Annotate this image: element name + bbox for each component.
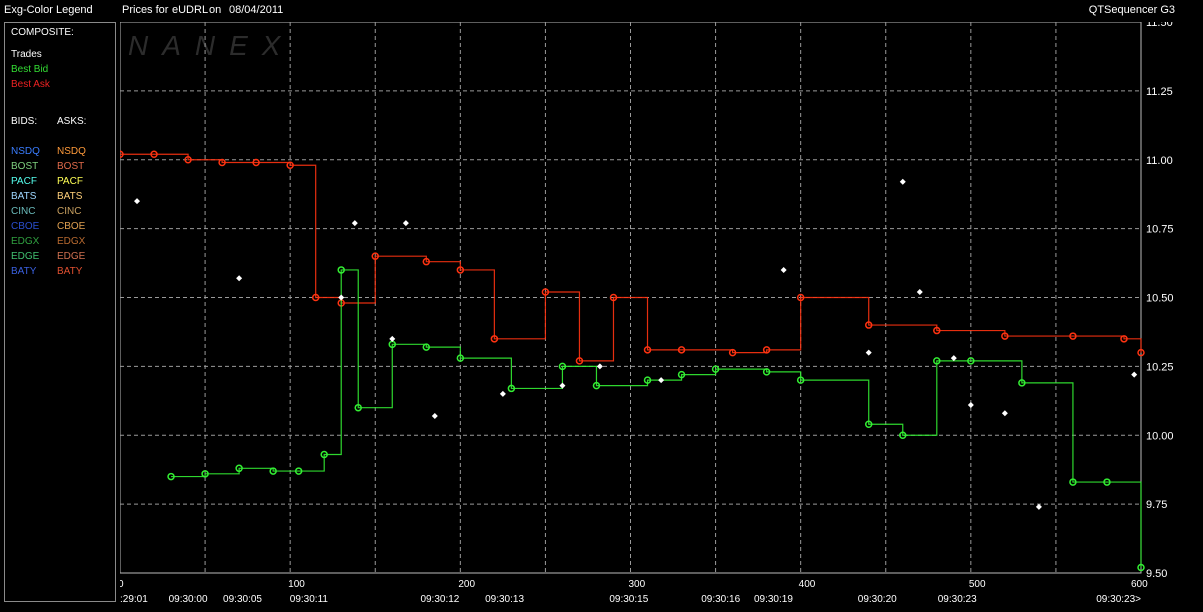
on-label: on [209, 4, 222, 16]
x-tick-label: 500 [969, 579, 986, 590]
title-bar: Exg-Color Legend Prices for eUDRL on 08/… [0, 0, 1203, 20]
asks-label: ASKS: [57, 116, 87, 127]
time-label: 09:30:15 [609, 594, 648, 605]
date-label: 08/04/2011 [229, 4, 284, 16]
time-label: 09:30:23> [1096, 594, 1141, 605]
watermark-text: NANEX [128, 30, 294, 61]
legend-composite-2: Best Ask [11, 79, 50, 90]
time-label: 09:30:16 [701, 594, 740, 605]
legend-ask-edge: EDGE [57, 251, 86, 262]
legend-bid-pacf: PACF [11, 176, 37, 187]
y-tick-label: 9.75 [1146, 499, 1167, 511]
legend-composite-0: Trades [11, 49, 42, 60]
x-tick-label: 200 [458, 579, 475, 590]
chart-svg: NANEX 9.50 9.75 10.00 10.25 10.50 10.75 11.00 11… [116, 17, 1174, 605]
color-legend: COMPOSITE: Trades Best Bid Best Ask BIDS: … [4, 22, 116, 602]
x-tick-label: 100 [288, 579, 305, 590]
time-label: 09:30:23 [938, 594, 977, 605]
legend-ask-cboe: CBOE [57, 221, 86, 232]
legend-bid-nsdq: NSDQ [11, 146, 40, 157]
app-label: QTSequencer G3 [1088, 4, 1175, 16]
y-tick-label: 11.25 [1146, 86, 1173, 98]
legend-bid-cinc: CINC [11, 206, 36, 217]
time-label: 09:30:20 [858, 594, 897, 605]
legend-title: Exg-Color Legend [4, 4, 93, 16]
legend-bid-baty: BATY [11, 266, 37, 277]
legend-bid-cboe: CBOE [11, 221, 40, 232]
composite-label: COMPOSITE: [11, 27, 74, 38]
y-tick-label: 10.25 [1146, 361, 1174, 373]
time-label: :29:01 [120, 594, 148, 605]
time-label: 09:30:13 [485, 594, 524, 605]
legend-ask-nsdq: NSDQ [57, 146, 86, 157]
time-label: 09:30:11 [290, 594, 329, 605]
prices-for-label: Prices for [122, 4, 169, 16]
y-tick-label: 10.75 [1146, 224, 1174, 236]
y-tick-label: 11.50 [1146, 22, 1173, 29]
legend-ask-cinc: CINC [57, 206, 82, 217]
time-label: 09:30:12 [420, 594, 459, 605]
symbol-label: eUDRL [172, 4, 209, 16]
y-tick-label: 11.00 [1146, 155, 1173, 167]
x-tick-label: 300 [629, 579, 646, 590]
x-tick-label: 600 [1131, 579, 1148, 590]
time-label: 09:30:05 [223, 594, 262, 605]
time-label: 09:30:19 [754, 594, 793, 605]
legend-composite-1: Best Bid [11, 64, 49, 75]
legend-ask-baty: BATY [57, 266, 83, 277]
price-chart: NANEX 9.50 9.75 10.00 10.25 10.50 10.75 11.00 11… [116, 17, 1203, 607]
bids-label: BIDS: [11, 116, 38, 127]
legend-bid-edge: EDGE [11, 251, 40, 262]
legend-bid-bost: BOST [11, 161, 39, 172]
legend-ask-bost: BOST [57, 161, 85, 172]
legend-bid-bats: BATS [11, 191, 37, 202]
legend-bid-edgx: EDGX [11, 236, 40, 247]
time-label: 09:30:00 [169, 594, 208, 605]
legend-ask-pacf: PACF [57, 176, 83, 187]
y-tick-label: 10.50 [1146, 293, 1174, 305]
y-tick-label: 9.50 [1146, 568, 1167, 580]
x-tick-label: 0 [120, 579, 124, 590]
y-tick-label: 10.00 [1146, 430, 1174, 442]
legend-ask-edgx: EDGX [57, 236, 86, 247]
x-tick-label: 400 [799, 579, 816, 590]
legend-ask-bats: BATS [57, 191, 83, 202]
